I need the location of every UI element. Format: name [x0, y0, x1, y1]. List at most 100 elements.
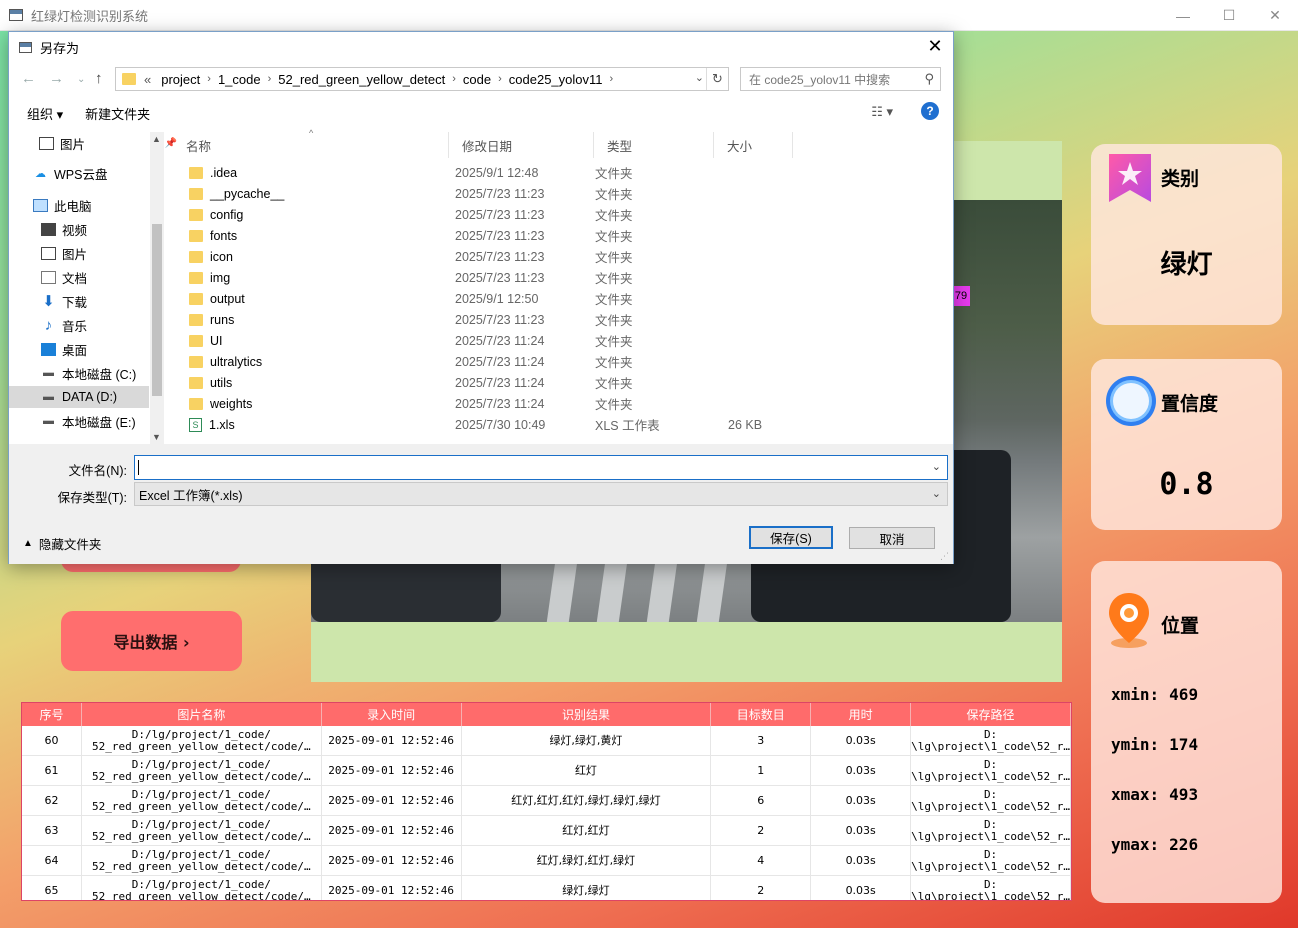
view-options-icon[interactable]: ☷ ▾: [871, 104, 893, 120]
scroll-up-icon[interactable]: ▲: [152, 134, 161, 144]
new-folder-button[interactable]: 新建文件夹: [85, 104, 150, 123]
file-row[interactable]: utils 2025/7/23 11:24 文件夹: [173, 372, 793, 393]
file-row[interactable]: UI 2025/7/23 11:24 文件夹: [173, 330, 793, 351]
col-header-index[interactable]: 序号: [22, 703, 82, 726]
file-row[interactable]: runs 2025/7/23 11:23 文件夹: [173, 309, 793, 330]
resize-grip-icon[interactable]: ⋰: [940, 551, 949, 562]
circle-gauge-icon: [1106, 376, 1156, 426]
refresh-icon[interactable]: ↻: [706, 68, 728, 90]
col-header-result[interactable]: 识别结果: [462, 703, 712, 726]
breadcrumb-1-code[interactable]: 1_code: [218, 72, 261, 87]
ymin-row: ymin: 174: [1111, 735, 1198, 754]
help-icon[interactable]: ?: [921, 102, 939, 120]
breadcrumb-separator-icon[interactable]: ›: [610, 73, 614, 85]
close-icon[interactable]: ✕: [1252, 0, 1298, 31]
file-type: 文件夹: [595, 188, 633, 202]
col-date-header[interactable]: 修改日期: [449, 132, 594, 158]
file-name: utils: [210, 375, 233, 390]
col-name-header[interactable]: 名称 ^: [173, 128, 449, 158]
table-row[interactable]: 61 D:/lg/project/1_code/ 52_red_green_ye…: [22, 756, 1071, 786]
breadcrumb-code25-yolov11[interactable]: code25_yolov11: [509, 72, 603, 87]
file-name: icon: [210, 249, 233, 264]
drive-icon: ▬: [43, 415, 54, 427]
export-data-button[interactable]: 导出数据 ›: [61, 611, 242, 671]
file-type: 文件夹: [595, 293, 633, 307]
scroll-down-icon[interactable]: ▼: [152, 432, 161, 442]
table-row[interactable]: 64 D:/lg/project/1_code/ 52_red_green_ye…: [22, 846, 1071, 876]
filetype-select[interactable]: Excel 工作簿(*.xls) ⌄: [134, 482, 948, 506]
filetype-dropdown-icon[interactable]: ⌄: [932, 487, 941, 500]
folder-icon: [189, 292, 203, 305]
file-row[interactable]: icon 2025/7/23 11:23 文件夹: [173, 246, 793, 267]
organize-button[interactable]: 组织 ▾: [27, 104, 63, 123]
breadcrumb-separator-icon[interactable]: ›: [498, 73, 502, 85]
nav-scrollbar[interactable]: ▲ ▼: [150, 132, 164, 444]
file-name: runs: [210, 312, 235, 327]
file-row[interactable]: fonts 2025/7/23 11:23 文件夹: [173, 225, 793, 246]
forward-arrow-icon[interactable]: →: [49, 70, 64, 87]
col-size-header[interactable]: 大小: [714, 132, 793, 158]
col-header-duration[interactable]: 用时: [811, 703, 912, 726]
document-icon: [41, 270, 56, 284]
breadcrumb-code[interactable]: code: [463, 72, 491, 87]
folder-icon: [189, 187, 203, 200]
filename-dropdown-icon[interactable]: ⌄: [932, 460, 941, 473]
breadcrumb-separator-icon[interactable]: ›: [207, 73, 211, 85]
file-row[interactable]: config 2025/7/23 11:23 文件夹: [173, 204, 793, 225]
xmax-value: 493: [1169, 785, 1199, 804]
file-date: 2025/7/23 11:24: [455, 354, 545, 369]
xmin-value: 469: [1169, 685, 1199, 704]
recent-chevron-icon[interactable]: ⌄: [77, 74, 85, 85]
address-dropdown-icon[interactable]: ⌄: [695, 71, 704, 84]
col-header-image-name[interactable]: 图片名称: [82, 703, 322, 726]
nav-scrollbar-thumb[interactable]: [152, 224, 162, 396]
cancel-button[interactable]: 取消: [849, 527, 935, 549]
nav-item-drive-d[interactable]: ▬ DATA (D:): [9, 386, 149, 408]
file-date: 2025/9/1 12:50: [455, 291, 539, 306]
file-date: 2025/7/23 11:23: [455, 186, 545, 201]
col-header-count[interactable]: 目标数目: [711, 703, 812, 726]
file-type: 文件夹: [595, 398, 633, 412]
table-row[interactable]: 65 D:/lg/project/1_code/ 52_red_green_ye…: [22, 876, 1071, 900]
ymax-label: ymax:: [1111, 835, 1160, 854]
cell-save-path: D: \lg\project\1_code\52_r…: [911, 846, 1071, 875]
cell-result: 红灯,红灯,红灯,绿灯,绿灯,绿灯: [462, 786, 712, 815]
filename-input[interactable]: ⌄: [134, 455, 948, 480]
file-row[interactable]: ultralytics 2025/7/23 11:24 文件夹: [173, 351, 793, 372]
breadcrumb-detect[interactable]: 52_red_green_yellow_detect: [278, 72, 445, 87]
file-row[interactable]: __pycache__ 2025/7/23 11:23 文件夹: [173, 183, 793, 204]
position-card: 位置 xmin: 469 ymin: 174 xmax: 493 ymax: 226: [1091, 561, 1282, 903]
table-row[interactable]: 60 D:/lg/project/1_code/ 52_red_green_ye…: [22, 726, 1071, 756]
col-type-header[interactable]: 类型: [594, 132, 714, 158]
cell-time: 2025-09-01 12:52:46: [322, 726, 462, 755]
cell-save-path: D: \lg\project\1_code\52_r…: [911, 756, 1071, 785]
hide-folders-toggle[interactable]: ▲ 隐藏文件夹: [23, 534, 101, 553]
breadcrumb-project[interactable]: project: [161, 72, 200, 87]
maximize-icon[interactable]: ☐: [1206, 0, 1252, 31]
table-row[interactable]: 63 D:/lg/project/1_code/ 52_red_green_ye…: [22, 816, 1071, 846]
file-row[interactable]: weights 2025/7/23 11:24 文件夹: [173, 393, 793, 414]
save-button[interactable]: 保存(S): [749, 526, 833, 549]
file-row[interactable]: .idea 2025/9/1 12:48 文件夹: [173, 162, 793, 183]
cell-count: 3: [711, 726, 812, 755]
cell-image-name: D:/lg/project/1_code/ 52_red_green_yello…: [82, 726, 322, 755]
up-arrow-icon[interactable]: ↑: [95, 70, 103, 87]
file-row[interactable]: output 2025/9/1 12:50 文件夹: [173, 288, 793, 309]
address-bar[interactable]: « project › 1_code › 52_red_green_yellow…: [115, 67, 729, 91]
file-row[interactable]: S 1.xls 2025/7/30 10:49 XLS 工作表 26 KB: [173, 414, 793, 435]
back-arrow-icon[interactable]: ←: [21, 70, 36, 87]
dialog-title-bar: 另存为 ✕: [9, 32, 953, 62]
breadcrumb-overflow[interactable]: «: [144, 72, 151, 87]
file-row[interactable]: img 2025/7/23 11:23 文件夹: [173, 267, 793, 288]
breadcrumb-separator-icon[interactable]: ›: [268, 73, 272, 85]
video-icon: [41, 222, 56, 236]
category-value: 绿灯: [1160, 250, 1213, 280]
search-input[interactable]: 在 code25_yolov11 中搜索 ⚲: [740, 67, 941, 91]
dialog-close-icon[interactable]: ✕: [923, 36, 947, 58]
col-header-save-path[interactable]: 保存路径: [911, 703, 1071, 726]
minimize-icon[interactable]: —: [1160, 0, 1206, 31]
table-row[interactable]: 62 D:/lg/project/1_code/ 52_red_green_ye…: [22, 786, 1071, 816]
file-date: 2025/7/23 11:24: [455, 333, 545, 348]
col-header-time[interactable]: 录入时间: [322, 703, 462, 726]
breadcrumb-separator-icon[interactable]: ›: [452, 73, 456, 85]
